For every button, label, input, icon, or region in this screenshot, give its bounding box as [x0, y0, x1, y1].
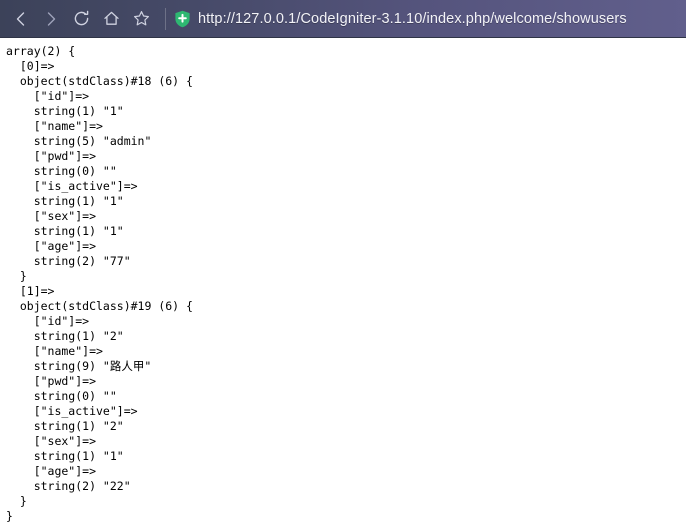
back-button[interactable]	[6, 4, 36, 34]
home-icon	[102, 9, 121, 28]
forward-button[interactable]	[36, 4, 66, 34]
reload-button[interactable]	[66, 4, 96, 34]
shield-plus-icon	[173, 10, 191, 28]
home-button[interactable]	[96, 4, 126, 34]
browser-toolbar: http://127.0.0.1/CodeIgniter-3.1.10/inde…	[0, 0, 686, 38]
chevron-right-icon	[42, 10, 60, 28]
star-icon	[132, 9, 151, 28]
toolbar-separator	[165, 7, 166, 30]
url-bar-text[interactable]: http://127.0.0.1/CodeIgniter-3.1.10/inde…	[198, 10, 686, 28]
reload-icon	[72, 9, 91, 28]
bookmark-button[interactable]	[126, 4, 156, 34]
page-content-area: array(2) { [0]=> object(stdClass)#18 (6)…	[0, 38, 686, 530]
var-dump-output: array(2) { [0]=> object(stdClass)#18 (6)…	[6, 44, 193, 523]
chevron-left-icon	[12, 10, 30, 28]
